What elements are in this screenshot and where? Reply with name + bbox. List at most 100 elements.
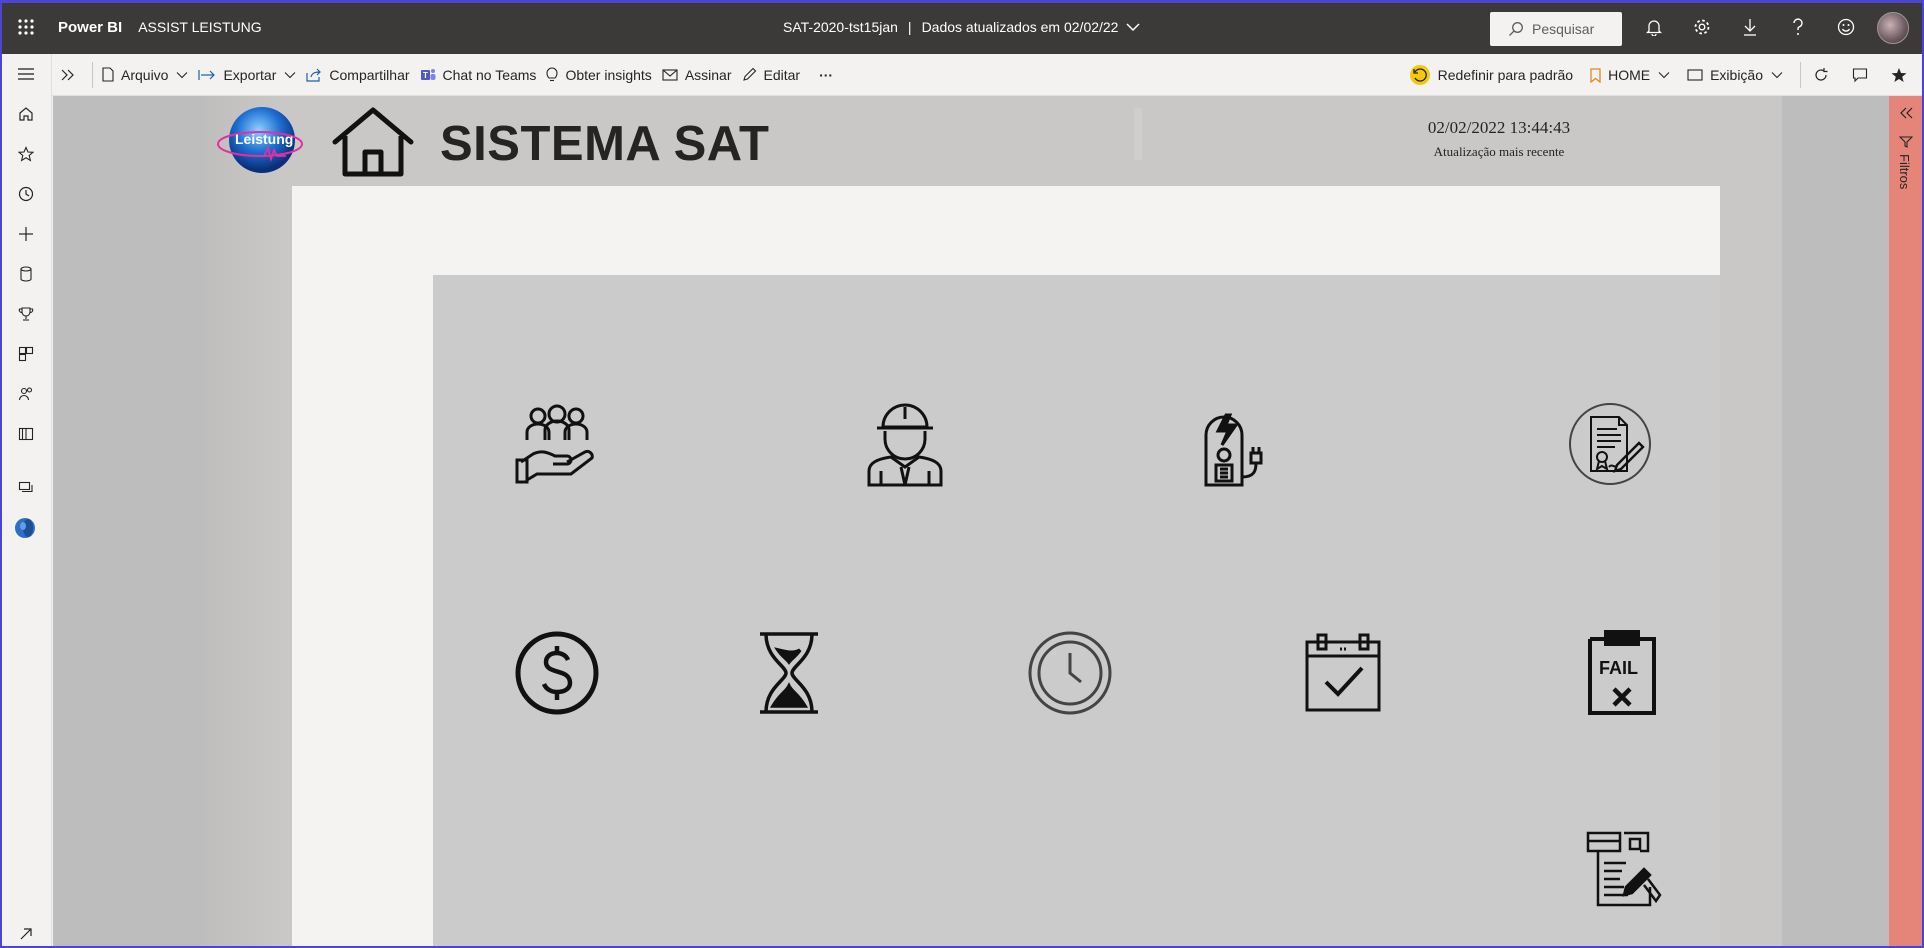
search-placeholder: Pesquisar — [1532, 21, 1595, 37]
lightbulb-icon — [546, 67, 558, 81]
search-input[interactable]: Pesquisar — [1490, 12, 1622, 46]
learn-book-icon[interactable] — [0, 414, 52, 454]
help-icon[interactable] — [1774, 0, 1822, 54]
hourglass-icon[interactable] — [744, 628, 834, 718]
title-separator: | — [907, 19, 912, 35]
bookmarks-label: HOME — [1608, 67, 1651, 83]
last-update: 02/02/2022 13:44:43 Atualização mais rec… — [1393, 118, 1605, 160]
money-icon[interactable] — [512, 628, 602, 718]
teams-chat-label: Chat no Teams — [442, 66, 537, 83]
teams-chat-button[interactable]: T Chat no Teams — [415, 54, 542, 96]
export-menu-button[interactable]: Exportar — [193, 54, 301, 96]
export-menu-label: Exportar — [223, 66, 277, 83]
home-button-icon[interactable] — [330, 106, 416, 178]
download-icon[interactable] — [1726, 0, 1774, 54]
reset-default-label: Redefinir para padrão — [1437, 67, 1574, 83]
data-refresh-text[interactable]: Dados atualizados em 02/02/22 — [922, 19, 1119, 35]
goals-trophy-icon[interactable] — [0, 294, 52, 334]
hamburger-icon[interactable] — [0, 54, 52, 94]
equipment-icon[interactable] — [1189, 399, 1279, 489]
navigation-panel — [433, 275, 1720, 948]
toolbar-divider — [92, 61, 93, 88]
report-title: SISTEMA SAT — [440, 117, 770, 171]
chevron-down-icon — [1658, 72, 1670, 79]
shared-people-icon[interactable] — [0, 374, 52, 414]
filters-pane[interactable]: Filtros — [1889, 96, 1924, 948]
share-icon — [306, 68, 322, 82]
report-name: SAT-2020-tst15jan — [783, 19, 898, 35]
collapse-chevrons-icon[interactable] — [1898, 106, 1914, 120]
file-menu-button[interactable]: Arquivo — [97, 54, 193, 96]
command-bar: Arquivo Exportar Compartilhar T Chat no … — [52, 54, 1924, 96]
search-icon — [1509, 22, 1523, 36]
favorite-star-icon[interactable] — [1883, 54, 1924, 96]
more-options-button[interactable]: ··· — [805, 54, 838, 96]
last-update-label: Atualização mais recente — [1433, 144, 1565, 159]
teams-icon: T — [420, 68, 436, 80]
bookmarks-menu-button[interactable]: HOME — [1578, 54, 1675, 96]
file-icon — [102, 67, 114, 82]
gear-icon[interactable] — [1678, 0, 1726, 54]
reset-icon — [1409, 65, 1430, 85]
fail-icon[interactable]: FAIL — [1577, 628, 1667, 718]
view-icon — [1687, 69, 1703, 81]
recent-clock-icon[interactable] — [0, 174, 52, 214]
export-icon — [198, 69, 216, 80]
report-canvas: Leistung SISTEMA SAT 02/02/2022 13:44:43… — [53, 96, 1889, 948]
svg-text:T: T — [423, 71, 428, 80]
view-menu-button[interactable]: Exibição — [1675, 54, 1788, 96]
share-label: Compartilhar — [329, 66, 410, 83]
workspaces-icon[interactable] — [0, 468, 52, 508]
customers-icon[interactable] — [512, 399, 602, 489]
avatar[interactable] — [1877, 12, 1909, 44]
logo-text: Leistung — [235, 131, 293, 147]
chevron-down-icon — [1771, 72, 1783, 79]
chevron-down-icon — [177, 71, 188, 78]
leistung-logo: Leistung — [216, 104, 304, 176]
subscribe-label: Assinar — [684, 66, 732, 83]
svg-text:FAIL: FAIL — [1599, 658, 1638, 678]
bell-icon[interactable] — [1630, 0, 1678, 54]
calendar-check-icon[interactable] — [1298, 628, 1388, 718]
reset-default-button[interactable]: Redefinir para padrão — [1404, 54, 1578, 96]
chevron-down-icon[interactable] — [1126, 22, 1141, 32]
share-button[interactable]: Compartilhar — [301, 54, 414, 96]
star-icon[interactable] — [0, 134, 52, 174]
edit-button[interactable]: Editar — [737, 54, 806, 96]
subscribe-button[interactable]: Assinar — [657, 54, 737, 96]
view-menu-label: Exibição — [1710, 67, 1763, 83]
bookmark-icon — [1590, 67, 1601, 83]
left-nav — [0, 54, 52, 948]
file-menu-label: Arquivo — [121, 66, 169, 83]
edit-label: Editar — [763, 66, 801, 83]
filters-label: Filtros — [1897, 154, 1912, 190]
datasets-cylinder-icon[interactable] — [0, 254, 52, 294]
insights-button[interactable]: Obter insights — [541, 54, 656, 96]
app-launcher-icon[interactable] — [0, 0, 52, 54]
chevron-down-icon — [285, 71, 296, 78]
filter-funnel-icon — [1899, 136, 1913, 148]
workspace-globe-icon[interactable] — [0, 508, 52, 548]
last-update-datetime: 02/02/2022 13:44:43 — [1427, 118, 1571, 137]
top-bar: Power BI ASSIST LEISTUNG SAT-2020-tst15j… — [0, 0, 1924, 54]
pencil-icon — [742, 67, 756, 81]
apps-icon[interactable] — [0, 334, 52, 374]
brand-name[interactable]: Power BI — [58, 19, 122, 36]
expand-pages-icon[interactable] — [52, 54, 88, 96]
report-title-area: SAT-2020-tst15jan | Dados atualizados em… — [783, 0, 1141, 54]
technician-icon[interactable] — [860, 399, 950, 489]
home-icon[interactable] — [0, 94, 52, 134]
report-edit-icon[interactable] — [1579, 824, 1669, 914]
mail-icon — [662, 68, 678, 81]
toolbar-divider — [1800, 62, 1801, 88]
expand-arrow-icon[interactable] — [0, 914, 52, 948]
decorative-bar — [1134, 108, 1142, 160]
clock-icon[interactable] — [1025, 628, 1115, 718]
insights-label: Obter insights — [565, 66, 652, 83]
create-plus-icon[interactable] — [0, 214, 52, 254]
comment-icon[interactable] — [1844, 54, 1883, 96]
refresh-icon[interactable] — [1805, 54, 1844, 96]
workspace-name[interactable]: ASSIST LEISTUNG — [138, 19, 261, 35]
feedback-smiley-icon[interactable] — [1822, 0, 1870, 54]
contract-icon[interactable] — [1565, 399, 1655, 489]
